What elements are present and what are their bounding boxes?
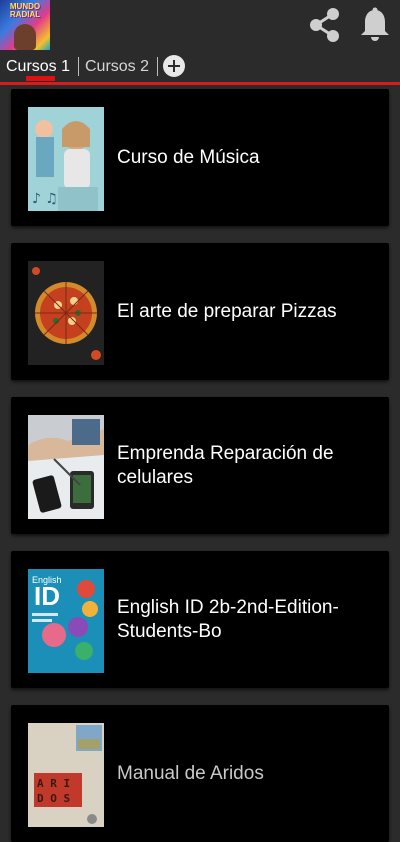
tab-cursos-2[interactable]: Cursos 2 [85,56,149,78]
svg-text:D O S: D O S [37,792,70,805]
logo-text: MUNDO RADIAL [9,2,41,19]
music-course-image: ♪ ♫ [28,107,104,211]
course-title: El arte de preparar Pizzas [117,300,337,322]
notifications-button[interactable] [357,6,393,44]
english-id-book-cover: English ID [28,569,104,673]
aridos-book-cover: A R I D O S [28,723,104,827]
share-button[interactable] [306,6,344,44]
course-title: English ID 2b-2nd-Edition-Students-Bo [117,596,339,642]
phone-repair-image [28,415,104,519]
course-card[interactable]: English ID English ID 2b-2nd-Edition-Stu… [11,551,389,688]
tab-divider [157,57,158,76]
plus-circle-icon[interactable] [163,55,185,77]
course-title: Curso de Música [117,146,260,168]
tab-divider [78,57,79,76]
course-title: Manual de Aridos [117,762,264,784]
app-logo[interactable]: MUNDO RADIAL [0,0,50,50]
svg-text:♪ ♫: ♪ ♫ [32,191,58,207]
tab-cursos-1[interactable]: Cursos 1 [6,56,70,78]
course-title: Emprenda Reparación de celulares [117,442,334,488]
course-card[interactable]: A R I D O S Manual de Aridos [11,705,389,842]
tab-bar: Cursos 1 Cursos 2 [0,50,400,85]
course-card[interactable]: El arte de preparar Pizzas [11,243,389,380]
course-card[interactable]: ♪ ♫ Curso de Música [11,89,389,226]
share-icon [310,8,339,42]
svg-text:ID: ID [34,581,60,611]
logo-person-image [14,24,36,50]
active-tab-indicator [26,76,55,81]
pizza-image [28,261,104,365]
course-card[interactable]: Emprenda Reparación de celulares [11,397,389,534]
svg-text:A R I: A R I [37,777,70,790]
app-toolbar: MUNDO RADIAL [0,0,400,50]
bell-icon [361,7,389,41]
